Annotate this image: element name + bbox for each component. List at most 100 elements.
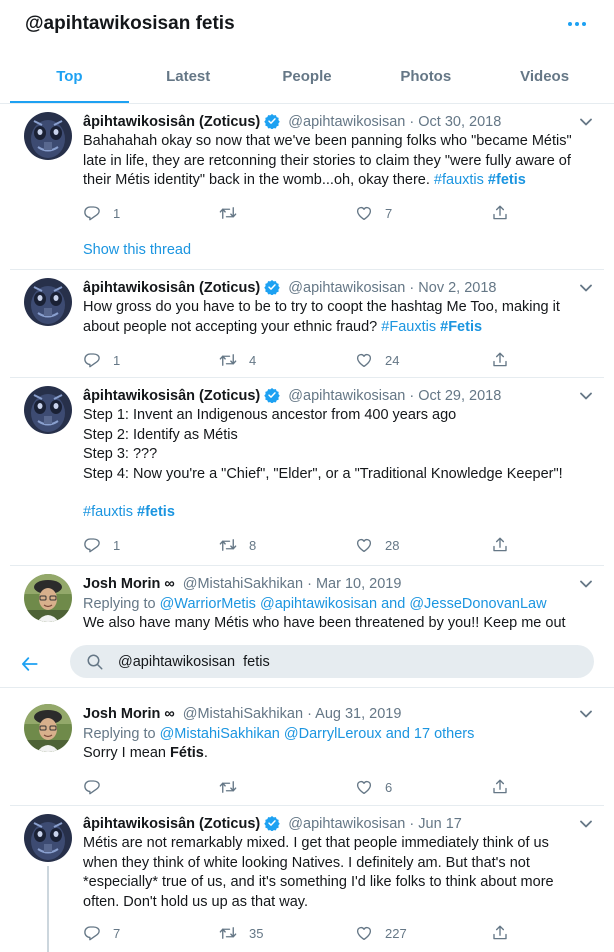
reply-button[interactable]: 1 [83, 534, 120, 556]
tweet-actions: 7 35 227 [83, 922, 523, 944]
tweet-actions: 6 [83, 776, 523, 798]
search-input[interactable] [118, 645, 578, 678]
others-link[interactable]: and 17 others [386, 726, 475, 742]
mention-link[interactable]: @WarriorMetis [160, 596, 256, 612]
share-button[interactable] [491, 776, 521, 798]
reply-button[interactable]: 1 [83, 202, 120, 224]
more-options-icon[interactable] [562, 14, 592, 34]
like-button[interactable]: 7 [355, 202, 392, 224]
tweet-date[interactable]: Jun 17 [418, 816, 462, 832]
share-button[interactable] [491, 349, 521, 371]
share-button[interactable] [491, 534, 521, 556]
reply-icon [83, 351, 101, 369]
like-button[interactable]: 24 [355, 349, 399, 371]
tab-latest[interactable]: Latest [129, 56, 248, 103]
show-thread-link[interactable]: Show this thread [83, 242, 191, 258]
tweet[interactable]: âpihtawikosisân (Zoticus) @apihtawikosis… [10, 104, 604, 270]
chevron-down-icon[interactable] [580, 284, 592, 292]
mention-link[interactable]: @JesseDonovanLaw [409, 596, 546, 612]
share-icon [491, 924, 509, 942]
retweet-icon [219, 351, 237, 369]
tab-top[interactable]: Top [10, 56, 129, 103]
mention-link[interactable]: @MistahiSakhikan [160, 726, 280, 742]
author-name[interactable]: âpihtawikosisân (Zoticus) [83, 388, 260, 404]
tweet-date[interactable]: Nov 2, 2018 [418, 280, 496, 296]
retweet-button[interactable]: 35 [219, 922, 263, 944]
chevron-down-icon[interactable] [580, 392, 592, 400]
tweet-text: Bahahahah okay so now that we've been pa… [83, 133, 572, 188]
author-name[interactable]: Josh Morin ∞ [83, 576, 175, 592]
avatar[interactable] [24, 112, 72, 160]
tweet-text: Sorry I mean Fétis. [83, 745, 208, 761]
author-handle[interactable]: @apihtawikosisan [288, 280, 405, 296]
hashtag[interactable]: #fetis [137, 504, 175, 520]
tweet-text: We also have many Métis who have been th… [83, 615, 566, 631]
search-tabs: Top Latest People Photos Videos [10, 56, 604, 103]
tweet[interactable]: âpihtawikosisân (Zoticus) @apihtawikosis… [10, 806, 604, 952]
avatar[interactable] [24, 814, 72, 862]
author-name[interactable]: âpihtawikosisân (Zoticus) [83, 816, 260, 832]
author-name[interactable]: âpihtawikosisân (Zoticus) [83, 280, 260, 296]
avatar[interactable] [24, 704, 72, 752]
author-handle[interactable]: @apihtawikosisan [288, 388, 405, 404]
tweet[interactable]: Josh Morin ∞ @MistahiSakhikan · Mar 10, … [10, 566, 604, 646]
tweet-date[interactable]: Mar 10, 2019 [316, 576, 401, 592]
avatar[interactable] [24, 386, 72, 434]
search-box[interactable] [70, 645, 594, 678]
chevron-down-icon[interactable] [580, 118, 592, 126]
replying-and[interactable]: and [381, 596, 405, 612]
heart-icon [355, 351, 373, 369]
separator-dot: · [409, 114, 415, 130]
like-button[interactable]: 28 [355, 534, 399, 556]
hashtag[interactable]: #fauxtis [83, 504, 133, 520]
hashtag[interactable]: #fauxtis [434, 172, 484, 188]
hashtag[interactable]: #Fetis [440, 319, 482, 335]
chevron-down-icon[interactable] [580, 580, 592, 588]
like-button[interactable]: 6 [355, 776, 392, 798]
thread-line [47, 866, 49, 952]
tweet[interactable]: âpihtawikosisân (Zoticus) @apihtawikosis… [10, 270, 604, 378]
author-name[interactable]: âpihtawikosisân (Zoticus) [83, 114, 260, 130]
mention-link[interactable]: @DarrylLeroux [284, 726, 382, 742]
verified-badge-icon [264, 815, 280, 831]
share-button[interactable] [491, 922, 521, 944]
avatar[interactable] [24, 574, 72, 622]
page-title: @apihtawikosisan fetis [25, 13, 235, 34]
tweet-actions: 1 7 [83, 202, 523, 224]
tweet-date[interactable]: Oct 29, 2018 [418, 388, 501, 404]
author-handle[interactable]: @apihtawikosisan [288, 114, 405, 130]
reply-button[interactable]: 1 [83, 349, 120, 371]
reply-icon [83, 924, 101, 942]
tweet[interactable]: Josh Morin ∞ @MistahiSakhikan · Aug 31, … [10, 696, 604, 806]
retweet-button[interactable] [219, 776, 249, 798]
avatar[interactable] [24, 278, 72, 326]
retweet-button[interactable]: 4 [219, 349, 256, 371]
share-button[interactable] [491, 202, 521, 224]
verified-badge-icon [264, 113, 280, 129]
author-handle[interactable]: @MistahiSakhikan [183, 576, 303, 592]
tweet-date[interactable]: Oct 30, 2018 [418, 114, 501, 130]
retweet-button[interactable]: 8 [219, 534, 256, 556]
arrow-left-icon[interactable] [20, 654, 40, 674]
tweet-date[interactable]: Aug 31, 2019 [315, 706, 401, 722]
separator-dot: · [409, 816, 415, 832]
tweet[interactable]: âpihtawikosisân (Zoticus) @apihtawikosis… [10, 378, 604, 566]
author-handle[interactable]: @apihtawikosisan [288, 816, 405, 832]
search-bar [0, 640, 614, 688]
chevron-down-icon[interactable] [580, 820, 592, 828]
like-button[interactable]: 227 [355, 922, 407, 944]
author-name[interactable]: Josh Morin ∞ [83, 706, 175, 722]
tab-videos[interactable]: Videos [485, 56, 604, 103]
hashtag[interactable]: #Fauxtis [381, 319, 436, 335]
chevron-down-icon[interactable] [580, 710, 592, 718]
reply-button[interactable]: 7 [83, 922, 120, 944]
hashtag[interactable]: #fetis [488, 172, 526, 188]
reply-button[interactable] [83, 776, 113, 798]
mention-link[interactable]: @apihtawikosisan [260, 596, 377, 612]
share-icon [491, 536, 509, 554]
retweet-button[interactable] [219, 202, 249, 224]
tab-photos[interactable]: Photos [366, 56, 485, 103]
tab-people[interactable]: People [248, 56, 367, 103]
tweet-actions: 1 4 24 [83, 349, 523, 371]
author-handle[interactable]: @MistahiSakhikan [183, 706, 303, 722]
